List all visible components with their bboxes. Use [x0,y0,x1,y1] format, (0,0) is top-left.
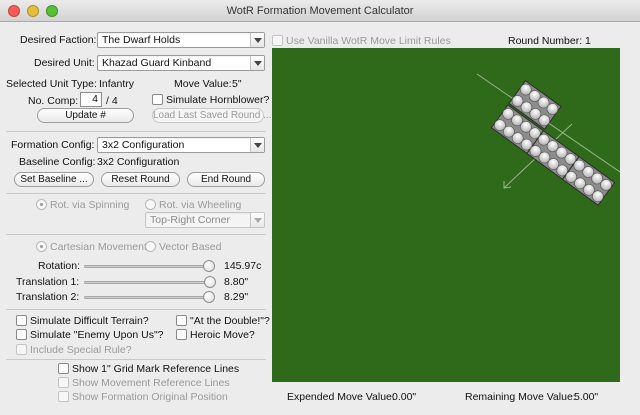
update-button[interactable]: Update # [37,108,134,123]
rot-spinning-radio[interactable] [36,199,47,210]
separator [6,234,266,235]
original-position-label: Show Formation Original Position [72,391,228,403]
unit-label: Desired Unit: [34,57,95,69]
baseline-config-value: 3x2 Configuration [97,156,180,168]
separator [6,359,266,360]
companies-input[interactable]: 4 [80,92,102,107]
vector-radio[interactable] [145,241,156,252]
expended-move-value: 0.00" [392,391,417,403]
reset-round-button[interactable]: Reset Round [101,172,180,187]
move-value: 5" [232,78,242,90]
unit-type-value: Infantry [99,78,135,90]
hornblower-checkbox[interactable] [152,94,163,105]
move-value-label: Move Value: [174,78,232,90]
cartesian-label: Cartesian Movement [50,241,147,253]
special-rule-label: Include Special Rule? [30,344,132,356]
unit-select-value: Khazad Guard Kinband [102,57,212,69]
heroic-move-label: Heroic Move? [190,329,255,341]
separator [6,193,266,194]
vector-label: Vector Based [159,241,222,253]
remaining-move-label: Remaining Move Value: [465,391,576,403]
faction-select[interactable]: The Dwarf Holds [97,32,265,48]
unit-select[interactable]: Khazad Guard Kinband [97,55,265,71]
window-title: WotR Formation Movement Calculator [226,5,414,17]
battlefield-board[interactable] [272,48,621,382]
separator [6,131,266,132]
grid-lines-checkbox[interactable] [58,363,69,374]
set-baseline-button[interactable]: Set Baseline ... [14,172,94,187]
translation2-value: 8.29" [224,291,249,303]
cartesian-radio[interactable] [36,241,47,252]
movement-lines-checkbox[interactable] [58,377,69,388]
faction-label: Desired Faction: [20,34,97,46]
at-the-double-label: "At the Double!"? [190,315,270,327]
rot-wheeling-label: Rot. via Wheeling [159,199,242,211]
formation-canvas [476,73,621,206]
difficult-terrain-label: Simulate Difficult Terrain? [30,315,149,327]
rot-wheeling-radio[interactable] [145,199,156,210]
translation1-slider-track[interactable] [84,281,214,284]
formation-config-label: Formation Config: [11,139,95,151]
rot-spinning-label: Rot. via Spinning [50,199,130,211]
end-round-button[interactable]: End Round [187,172,265,187]
movement-lines-label: Show Movement Reference Lines [72,377,230,389]
vanilla-rules-label: Use Vanilla WotR Move Limit Rules [286,35,451,47]
rotation-slider-knob[interactable] [203,260,216,272]
translation2-label: Translation 2: [16,291,80,303]
wheel-corner-select[interactable]: Top-Right Corner [145,212,265,228]
original-position-checkbox[interactable] [58,391,69,402]
rotation-slider-track[interactable] [84,265,214,268]
vanilla-rules-checkbox[interactable] [272,35,283,46]
chevron-down-icon [250,213,264,227]
faction-select-value: The Dwarf Holds [102,34,181,46]
companies-total: / 4 [106,95,118,107]
formation-config-select[interactable]: 3x2 Configuration [97,137,265,153]
grid-lines-label: Show 1" Grid Mark Reference Lines [72,363,240,375]
translation2-slider-knob[interactable] [203,291,216,303]
rotation-label: Rotation: [38,260,81,272]
chevron-down-icon [250,56,264,70]
formation-group[interactable] [490,79,620,206]
remaining-move-value: 5.00" [574,391,599,403]
separator [6,309,266,310]
wheel-corner-value: Top-Right Corner [150,214,230,226]
round-number-value: 1 [585,35,591,47]
enemy-upon-us-checkbox[interactable] [16,329,27,340]
translation1-slider-knob[interactable] [204,276,217,288]
enemy-upon-us-label: Simulate "Enemy Upon Us"? [30,329,164,341]
chevron-down-icon [250,33,264,47]
load-last-round-button[interactable]: Load Last Saved Round ... [152,108,271,123]
heroic-move-checkbox[interactable] [176,329,187,340]
difficult-terrain-checkbox[interactable] [16,315,27,326]
round-number-label: Round Number: [508,35,583,47]
expended-move-label: Expended Move Value: [287,391,395,403]
translation1-label: Translation 1: [16,276,80,288]
translation2-slider-track[interactable] [84,296,214,299]
rotation-value: 145.97c [224,260,262,272]
at-the-double-checkbox[interactable] [176,315,187,326]
baseline-config-label: Baseline Config: [19,156,96,168]
chevron-down-icon [250,138,264,152]
hornblower-label: Simulate Hornblower? [166,94,270,106]
unit-type-label: Selected Unit Type: [6,78,97,90]
companies-label: No. Comp: [28,95,79,107]
formation-config-value: 3x2 Configuration [102,139,185,151]
translation1-value: 8.80" [224,276,249,288]
special-rule-checkbox[interactable] [16,344,27,355]
